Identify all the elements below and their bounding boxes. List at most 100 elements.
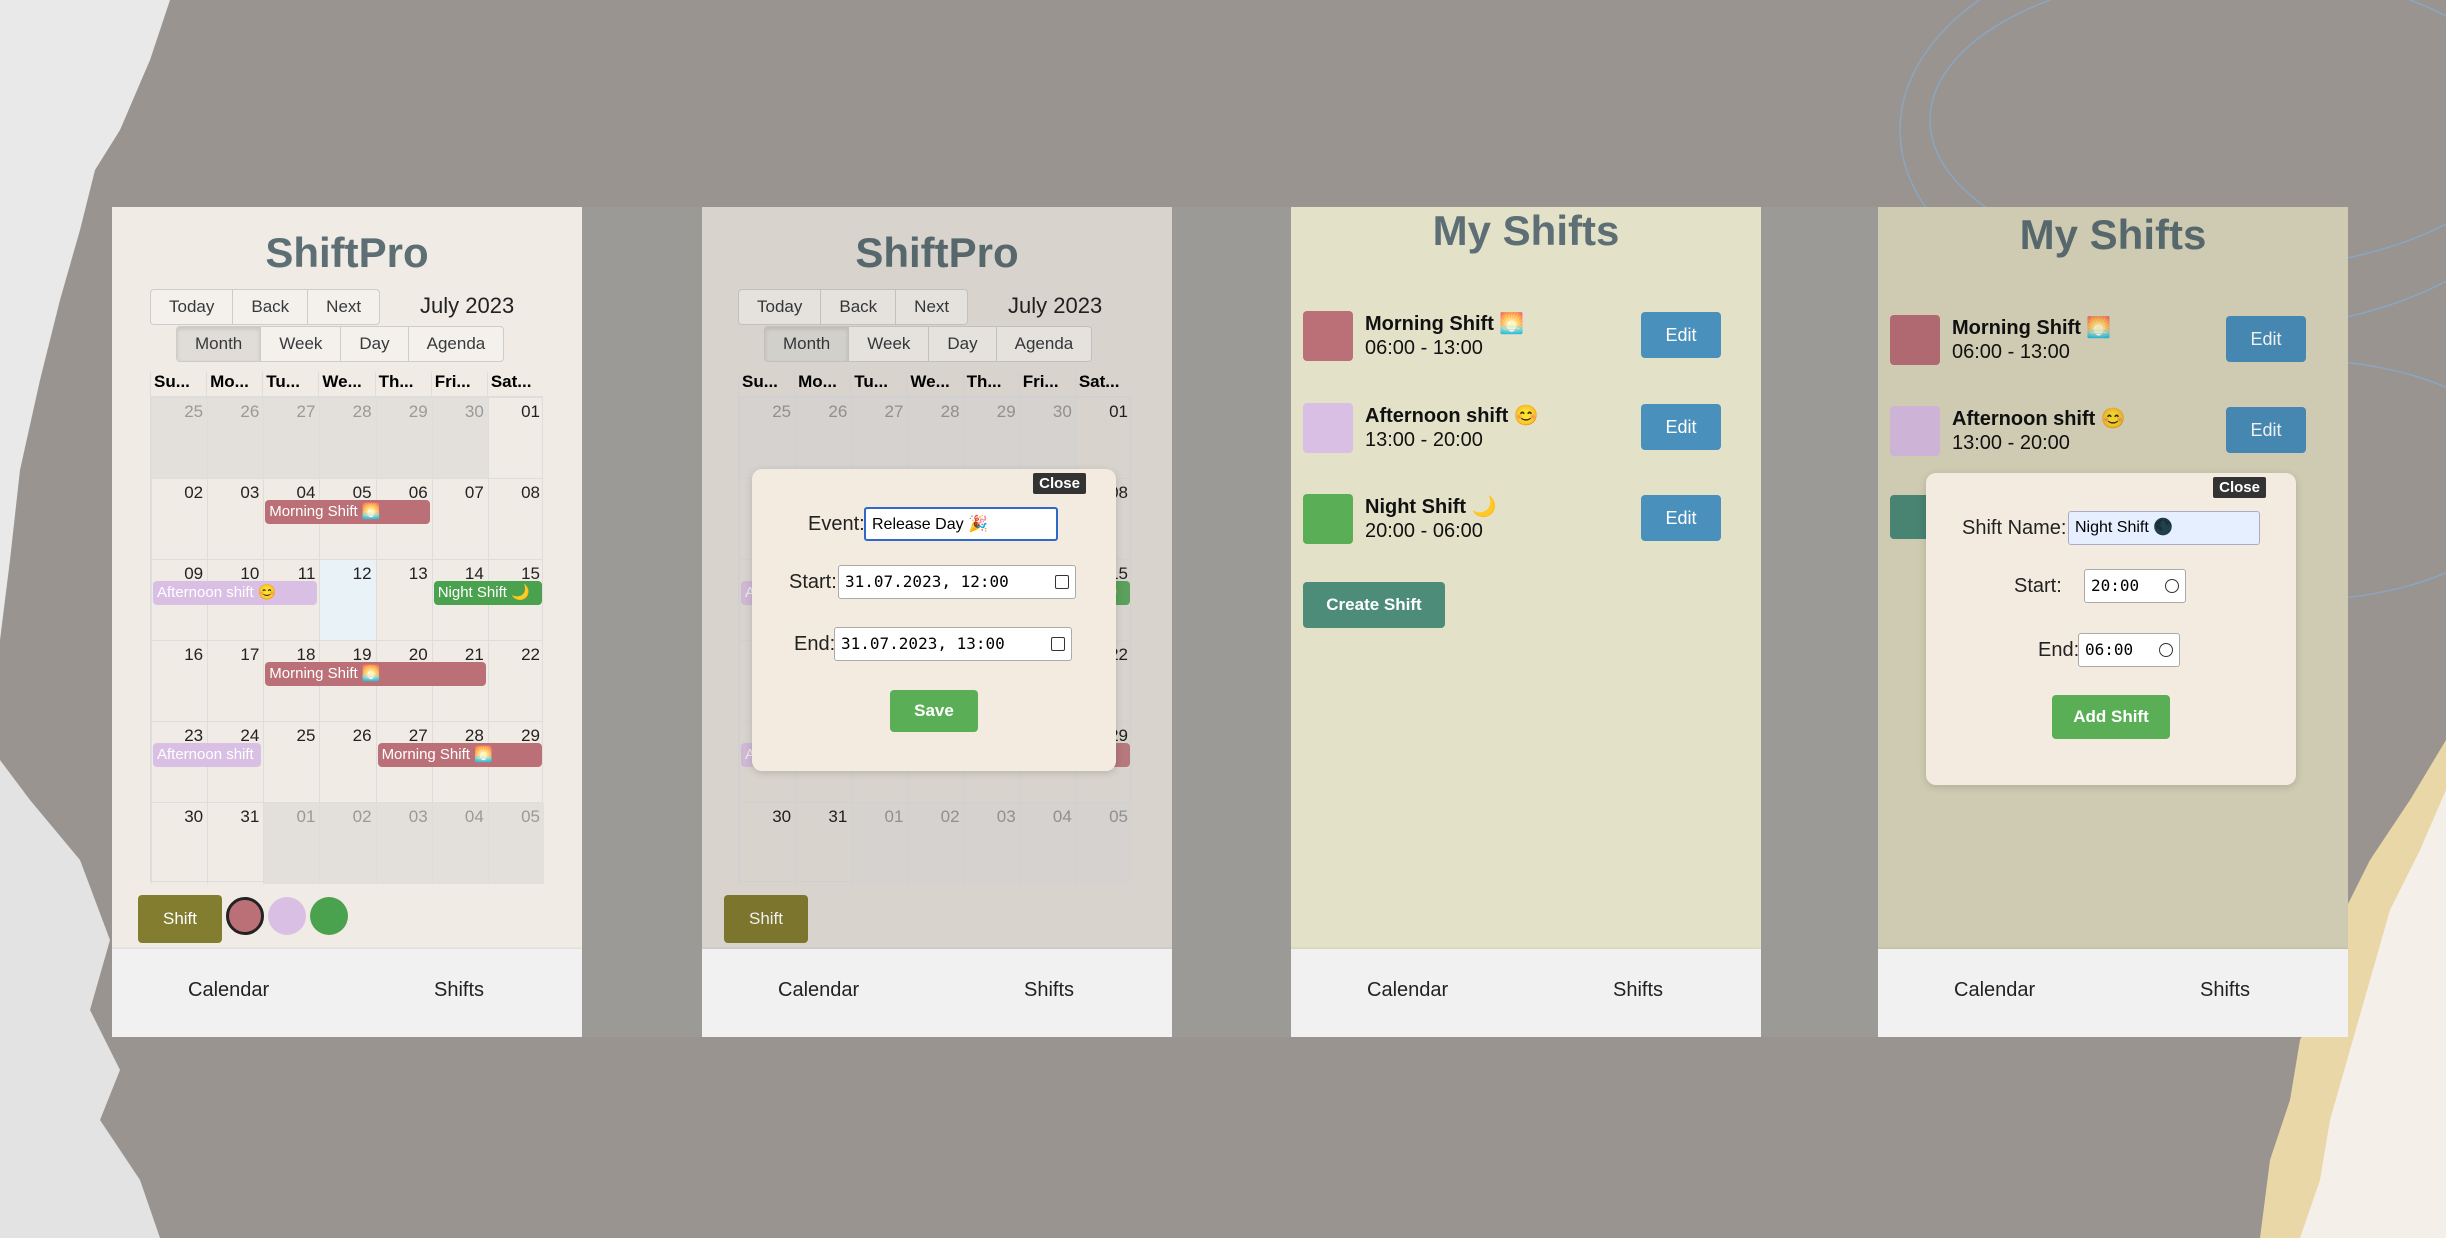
day-number: 29 — [408, 402, 428, 421]
edit-button[interactable]: Edit — [1641, 404, 1721, 450]
nav-button-group: Today Back Next — [150, 289, 381, 325]
calendar-tab[interactable]: Calendar — [778, 979, 859, 1002]
bottom-nav: Calendar Shifts — [702, 949, 1172, 1037]
calendar-tab[interactable]: Calendar — [188, 979, 269, 1002]
calendar-day-cell[interactable]: 02 — [319, 803, 376, 884]
shifts-tab[interactable]: Shifts — [1024, 979, 1074, 1002]
calendar-day-cell[interactable]: 27 — [263, 398, 320, 479]
calendar-day-cell[interactable]: 31 — [207, 803, 263, 884]
shift-time: 13:00 - 20:00 — [1365, 429, 1483, 451]
calendar-day-cell[interactable]: 17 — [207, 641, 263, 722]
calendar-day-cell[interactable]: 28 — [319, 398, 376, 479]
shift-button[interactable]: Shift — [138, 895, 222, 943]
my-shifts-screen: My Shifts Morning Shift 🌅 06:00 - 13:00 … — [1291, 207, 1761, 1037]
end-datetime-input[interactable]: 31.07.2023, 13:00 — [834, 627, 1072, 661]
day-number: 05 — [521, 807, 540, 826]
next-button[interactable]: Next — [308, 290, 379, 324]
calendar-day-cell[interactable]: 25 — [151, 398, 208, 479]
calendar-event[interactable]: Morning Shift 🌅 — [265, 500, 430, 524]
month-view-button[interactable]: Month — [177, 327, 262, 361]
weekday-header: Su... Mo... Tu... We... Th... Fri... Sat… — [150, 372, 543, 396]
day-number: 02 — [352, 807, 372, 826]
day-number: 25 — [296, 726, 316, 745]
calendar-tab[interactable]: Calendar — [1954, 979, 2035, 1002]
weekday-label: Th... — [374, 372, 431, 396]
close-button[interactable]: Close — [2213, 477, 2266, 498]
calendar-day-cell[interactable]: 01 — [487, 398, 544, 479]
bottom-nav: Calendar Shifts — [112, 949, 582, 1037]
calendar-day-cell[interactable]: 04 — [431, 803, 488, 884]
calendar-day-cell[interactable]: 25 — [263, 722, 319, 803]
add-event-modal: Close Event: Release Day 🎉 Start: 31.07.… — [752, 469, 1116, 771]
day-number: 08 — [521, 483, 540, 502]
edit-button[interactable]: Edit — [1641, 312, 1721, 358]
shift-name: Night Shift 🌙 — [1365, 496, 1497, 518]
shift-row: Night Shift 🌙 20:00 - 06:00 Edit — [1303, 490, 1723, 550]
shifts-tab[interactable]: Shifts — [2200, 979, 2250, 1002]
day-number: 26 — [352, 726, 372, 745]
calendar-day-cell[interactable]: 13 — [375, 560, 432, 641]
calendar-event[interactable]: Afternoon shift 😊 — [153, 581, 318, 605]
add-shift-button[interactable]: Add Shift — [2052, 695, 2170, 739]
day-number: 01 — [521, 402, 540, 421]
start-time-input[interactable]: 20:00 — [2084, 569, 2186, 603]
calendar-event[interactable]: Afternoon shift — [153, 743, 262, 767]
calendar-event[interactable]: Night Shift 🌙 — [433, 581, 542, 605]
night-color-swatch[interactable] — [310, 897, 348, 935]
event-label: Event: — [808, 513, 865, 535]
morning-color-swatch[interactable] — [226, 897, 264, 935]
calendar-day-cell[interactable]: 12 — [319, 560, 376, 641]
end-value: 31.07.2023, 13:00 — [841, 634, 1005, 653]
start-value: 31.07.2023, 12:00 — [845, 572, 1009, 591]
calendar-tab[interactable]: Calendar — [1367, 979, 1448, 1002]
calendar-day-cell[interactable]: 02 — [151, 479, 207, 560]
edit-button[interactable]: Edit — [1641, 495, 1721, 541]
start-datetime-input[interactable]: 31.07.2023, 12:00 — [838, 565, 1076, 599]
agenda-view-button[interactable]: Agenda — [409, 327, 504, 361]
calendar-icon[interactable] — [1051, 637, 1065, 651]
end-value: 06:00 — [2085, 640, 2134, 659]
calendar-day-cell[interactable]: 08 — [487, 479, 544, 560]
start-label: Start: — [789, 571, 837, 593]
calendar-day-cell[interactable]: 03 — [207, 479, 263, 560]
day-number: 03 — [240, 483, 260, 502]
clock-icon[interactable] — [2159, 643, 2173, 657]
calendar-day-cell[interactable]: 26 — [207, 398, 264, 479]
shift-color-swatch — [1303, 403, 1353, 453]
close-button[interactable]: Close — [1033, 473, 1086, 494]
day-view-button[interactable]: Day — [341, 327, 409, 361]
back-button[interactable]: Back — [233, 290, 309, 324]
calendar-day-cell[interactable]: 30 — [151, 803, 207, 884]
calendar-day-cell[interactable]: 16 — [151, 641, 207, 722]
create-shift-button[interactable]: Create Shift — [1303, 582, 1445, 628]
calendar-day-cell[interactable]: 07 — [431, 479, 488, 560]
end-time-input[interactable]: 06:00 — [2078, 633, 2180, 667]
shift-row: Afternoon shift 😊 13:00 - 20:00 Edit — [1303, 399, 1723, 459]
app-title: ShiftPro — [265, 229, 429, 276]
weekday-label: Sat... — [486, 372, 543, 396]
save-button[interactable]: Save — [890, 690, 978, 732]
day-number: 30 — [464, 402, 484, 421]
clock-icon[interactable] — [2165, 579, 2179, 593]
calendar-event[interactable]: Morning Shift 🌅 — [265, 662, 486, 686]
calendar-day-cell[interactable]: 03 — [375, 803, 432, 884]
calendar-day-cell[interactable]: 22 — [487, 641, 544, 722]
calendar-day-cell[interactable]: 30 — [431, 398, 488, 479]
afternoon-color-swatch[interactable] — [268, 897, 306, 935]
calendar-day-cell[interactable]: 01 — [263, 803, 320, 884]
today-button[interactable]: Today — [151, 290, 234, 324]
calendar-day-cell[interactable]: 29 — [375, 398, 432, 479]
end-label: End: — [794, 633, 836, 655]
shifts-tab[interactable]: Shifts — [434, 979, 484, 1002]
week-view-button[interactable]: Week — [261, 327, 342, 361]
day-number: 02 — [184, 483, 204, 502]
shift-name-input[interactable]: Night Shift 🌑 — [2068, 511, 2260, 545]
calendar-day-cell[interactable]: 05 — [487, 803, 544, 884]
shifts-tab[interactable]: Shifts — [1613, 979, 1663, 1002]
calendar-day-cell[interactable]: 26 — [319, 722, 375, 803]
event-input[interactable]: Release Day 🎉 — [864, 507, 1058, 541]
day-number: 16 — [184, 645, 204, 664]
calendar-event[interactable]: Morning Shift 🌅 — [377, 743, 542, 767]
add-shift-modal: Close Shift Name: Night Shift 🌑 Start: 2… — [1926, 473, 2296, 785]
calendar-icon[interactable] — [1055, 575, 1069, 589]
